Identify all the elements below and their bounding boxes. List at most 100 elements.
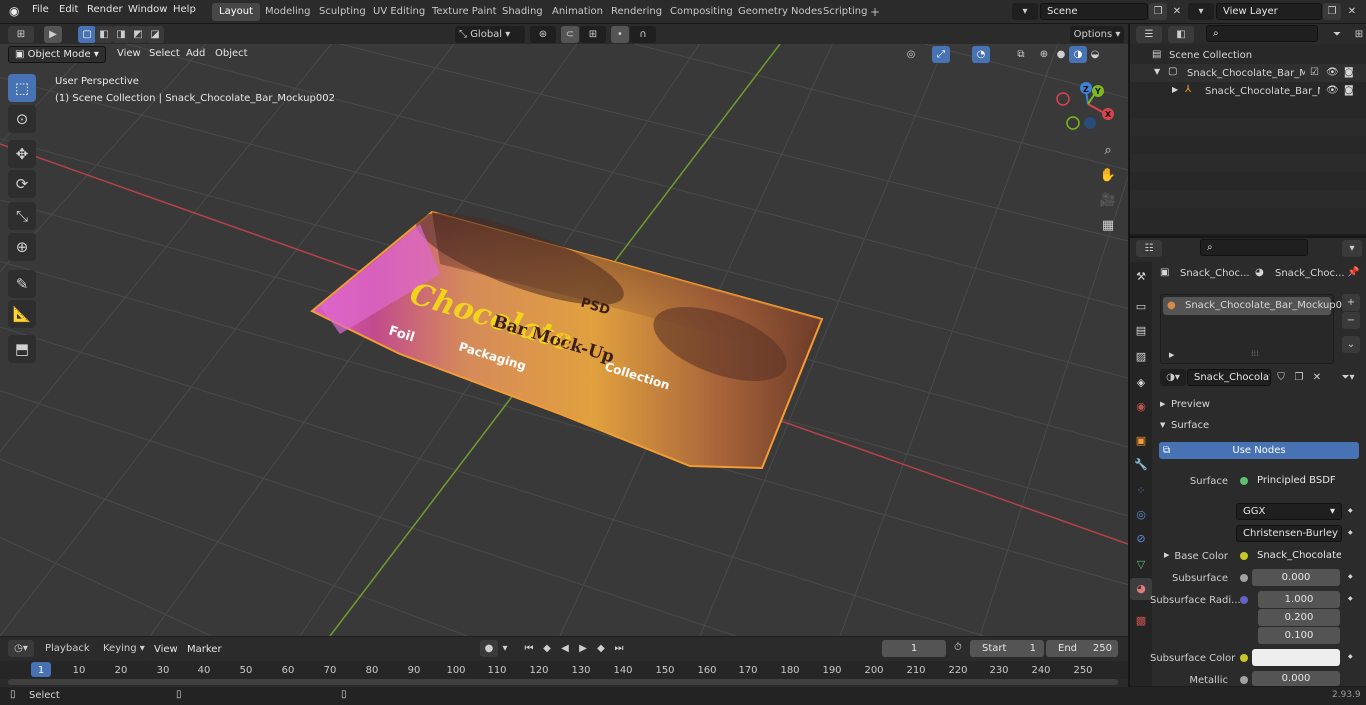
select-box-tool-icon[interactable]: ⬚ (8, 74, 36, 102)
proportional-falloff-icon[interactable]: ∩ (630, 26, 656, 43)
snap-toggle-icon[interactable]: ⊂ (561, 26, 579, 43)
camera-icon[interactable]: ◙ (1344, 67, 1354, 78)
mode-dropdown[interactable]: ▣ Object Mode ▾ (8, 46, 106, 63)
current-frame-field[interactable]: 1 (882, 640, 946, 657)
properties-editor-type-icon[interactable]: ☷ (1136, 240, 1162, 257)
blender-logo-icon[interactable]: ◉ (9, 4, 19, 18)
add-workspace-button[interactable]: + (870, 5, 880, 19)
stopwatch-icon[interactable]: ⏱ (954, 642, 962, 653)
texture-tab-icon[interactable]: ▩ (1130, 610, 1152, 632)
pan-hand-icon[interactable]: ✋ (1097, 165, 1119, 187)
jump-start-icon[interactable]: ⏮ (520, 640, 538, 657)
surface-panel-header[interactable]: ▼ Surface (1152, 417, 1366, 435)
resize-handle-icon[interactable]: ⁞⁞⁞ (1251, 349, 1259, 358)
xray-toggle-icon[interactable]: ⧉ (1012, 46, 1030, 63)
outliner-display-mode-icon[interactable]: ◧ (1168, 26, 1194, 43)
annotate-tool-icon[interactable]: ✎ (8, 270, 36, 298)
gizmo-toggle-icon[interactable]: ⤢ (932, 46, 950, 63)
measure-tool-icon[interactable]: 📐 (8, 300, 36, 328)
transform-tool-icon[interactable]: ⊕ (8, 233, 36, 261)
rotate-tool-icon[interactable]: ⟳ (8, 170, 36, 198)
tab-rendering[interactable]: Rendering (604, 3, 669, 21)
expand-chevron-icon[interactable]: ▶ (1172, 85, 1178, 94)
particles-tab-icon[interactable]: ⁘ (1130, 480, 1152, 502)
next-keyframe-icon[interactable]: ◆ (592, 640, 610, 657)
distribution-dropdown[interactable]: GGX ▾ (1236, 503, 1342, 520)
add-cube-tool-icon[interactable]: ⬒ (8, 335, 36, 363)
menu-file[interactable]: File (32, 4, 49, 15)
timeline-menu-view[interactable]: View (154, 644, 178, 655)
outliner-row[interactable]: ▶ ⅄ Snack_Chocolate_Bar_Mc 👁 ◙ (1130, 82, 1366, 100)
start-frame-field[interactable]: Start 1 (970, 640, 1044, 657)
timeline-menu-marker[interactable]: Marker (187, 644, 222, 655)
keyframe-dot-icon[interactable]: ◆ (1348, 507, 1353, 514)
unlink-material-icon[interactable]: ✕ (1308, 369, 1326, 386)
properties-options-icon[interactable]: ▾ (1342, 240, 1362, 257)
delete-scene-icon[interactable]: ✕ (1168, 3, 1186, 20)
select-mode-subtract-icon[interactable]: ◨ (112, 26, 130, 43)
select-tool-icon[interactable]: ▶ (44, 26, 62, 43)
tab-texture-paint[interactable]: Texture Paint (425, 3, 504, 21)
keyframe-dot-icon[interactable]: ◆ (1348, 529, 1353, 536)
render-tab-icon[interactable]: ▭ (1130, 296, 1152, 318)
subsurface-value[interactable]: 0.000 (1252, 569, 1340, 586)
checkbox-icon[interactable]: ☑ (1310, 67, 1319, 78)
select-mode-invert-icon[interactable]: ◩ (129, 26, 147, 43)
new-view-layer-icon[interactable]: ❐ (1323, 3, 1341, 20)
scene-browse-icon[interactable]: ▾ (1012, 3, 1038, 20)
end-frame-field[interactable]: End 250 (1046, 640, 1118, 657)
jump-end-icon[interactable]: ⏭ (610, 640, 628, 657)
tab-scripting[interactable]: Scripting (816, 3, 874, 21)
material-tab-icon[interactable]: ◕ (1130, 578, 1152, 600)
modifier-tab-icon[interactable]: 🔧 (1130, 454, 1152, 476)
menu-help[interactable]: Help (173, 4, 196, 15)
play-icon[interactable]: ▶ (574, 640, 592, 657)
duplicate-material-icon[interactable]: ❐ (1290, 369, 1308, 386)
move-tool-icon[interactable]: ✥ (8, 140, 36, 168)
keyframe-dot-icon[interactable]: ◆ (1348, 595, 1353, 602)
options-dropdown[interactable]: Options ▾ (1070, 26, 1124, 43)
physics-tab-icon[interactable]: ◎ (1130, 504, 1152, 526)
zoom-icon[interactable]: ⌕ (1097, 140, 1119, 162)
timeline-scrollbar[interactable] (8, 679, 1118, 685)
slot-specials-icon[interactable]: ⌄ (1342, 336, 1360, 353)
view-layer-tab-icon[interactable]: ▨ (1130, 346, 1152, 368)
subsurface-method-dropdown[interactable]: Christensen-Burley ▾ (1236, 525, 1342, 542)
solid-shading-icon[interactable]: ● (1052, 46, 1070, 63)
timeline-editor-type-icon[interactable]: ◷▾ (8, 640, 34, 657)
visibility-icon[interactable]: ◎ (902, 46, 920, 63)
outliner-editor-type-icon[interactable]: ☰ (1136, 26, 1162, 43)
add-slot-icon[interactable]: + (1342, 294, 1360, 311)
eye-icon[interactable]: 👁 (1326, 85, 1339, 96)
prev-keyframe-icon[interactable]: ◆ (538, 640, 556, 657)
scene-name-field[interactable]: Scene (1040, 3, 1148, 20)
constraints-tab-icon[interactable]: ⊘ (1130, 528, 1152, 550)
expand-chevron-icon[interactable]: ▼ (1154, 67, 1160, 76)
outliner-row[interactable]: ▼ ▢ Snack_Chocolate_Bar_Mocku ☑ 👁 ◙ (1130, 64, 1366, 82)
select-mode-new-icon[interactable]: ▢ (78, 26, 96, 43)
transform-orientation-dropdown[interactable]: ⤡ Global ▾ (455, 26, 525, 43)
slot-expand-icon[interactable]: ▶ (1169, 351, 1174, 359)
new-scene-icon[interactable]: ❐ (1149, 3, 1167, 20)
rendered-shading-icon[interactable]: ◒ (1086, 46, 1104, 63)
subsurface-radius-z[interactable]: 0.100 (1258, 627, 1340, 644)
menu-window[interactable]: Window (128, 4, 167, 15)
scale-tool-icon[interactable]: ⤡ (8, 202, 36, 230)
outliner-scene-collection[interactable]: ▤ Scene Collection (1130, 46, 1366, 64)
metallic-value[interactable]: 0.000 (1252, 671, 1340, 686)
proportional-edit-icon[interactable]: • (611, 26, 629, 43)
subsurface-color-swatch[interactable] (1252, 649, 1340, 666)
menu-edit[interactable]: Edit (59, 4, 78, 15)
use-nodes-button[interactable]: ⧉ Use Nodes (1159, 442, 1359, 459)
tab-compositing[interactable]: Compositing (663, 3, 740, 21)
keyframe-dot-icon[interactable]: ◆ (1348, 653, 1353, 660)
scene-tab-icon[interactable]: ◈ (1130, 372, 1152, 394)
material-shading-icon[interactable]: ◑ (1069, 46, 1087, 63)
eye-icon[interactable]: 👁 (1326, 67, 1339, 78)
tab-modeling[interactable]: Modeling (258, 3, 318, 21)
menu-render[interactable]: Render (87, 4, 123, 15)
object-tab-icon[interactable]: ▣ (1130, 430, 1152, 452)
material-slot-row[interactable]: ● Snack_Chocolate_Bar_Mockup001 (1163, 297, 1355, 315)
record-options-icon[interactable]: ▾ (498, 640, 512, 657)
outliner-search-input[interactable]: ⌕ (1206, 25, 1318, 42)
